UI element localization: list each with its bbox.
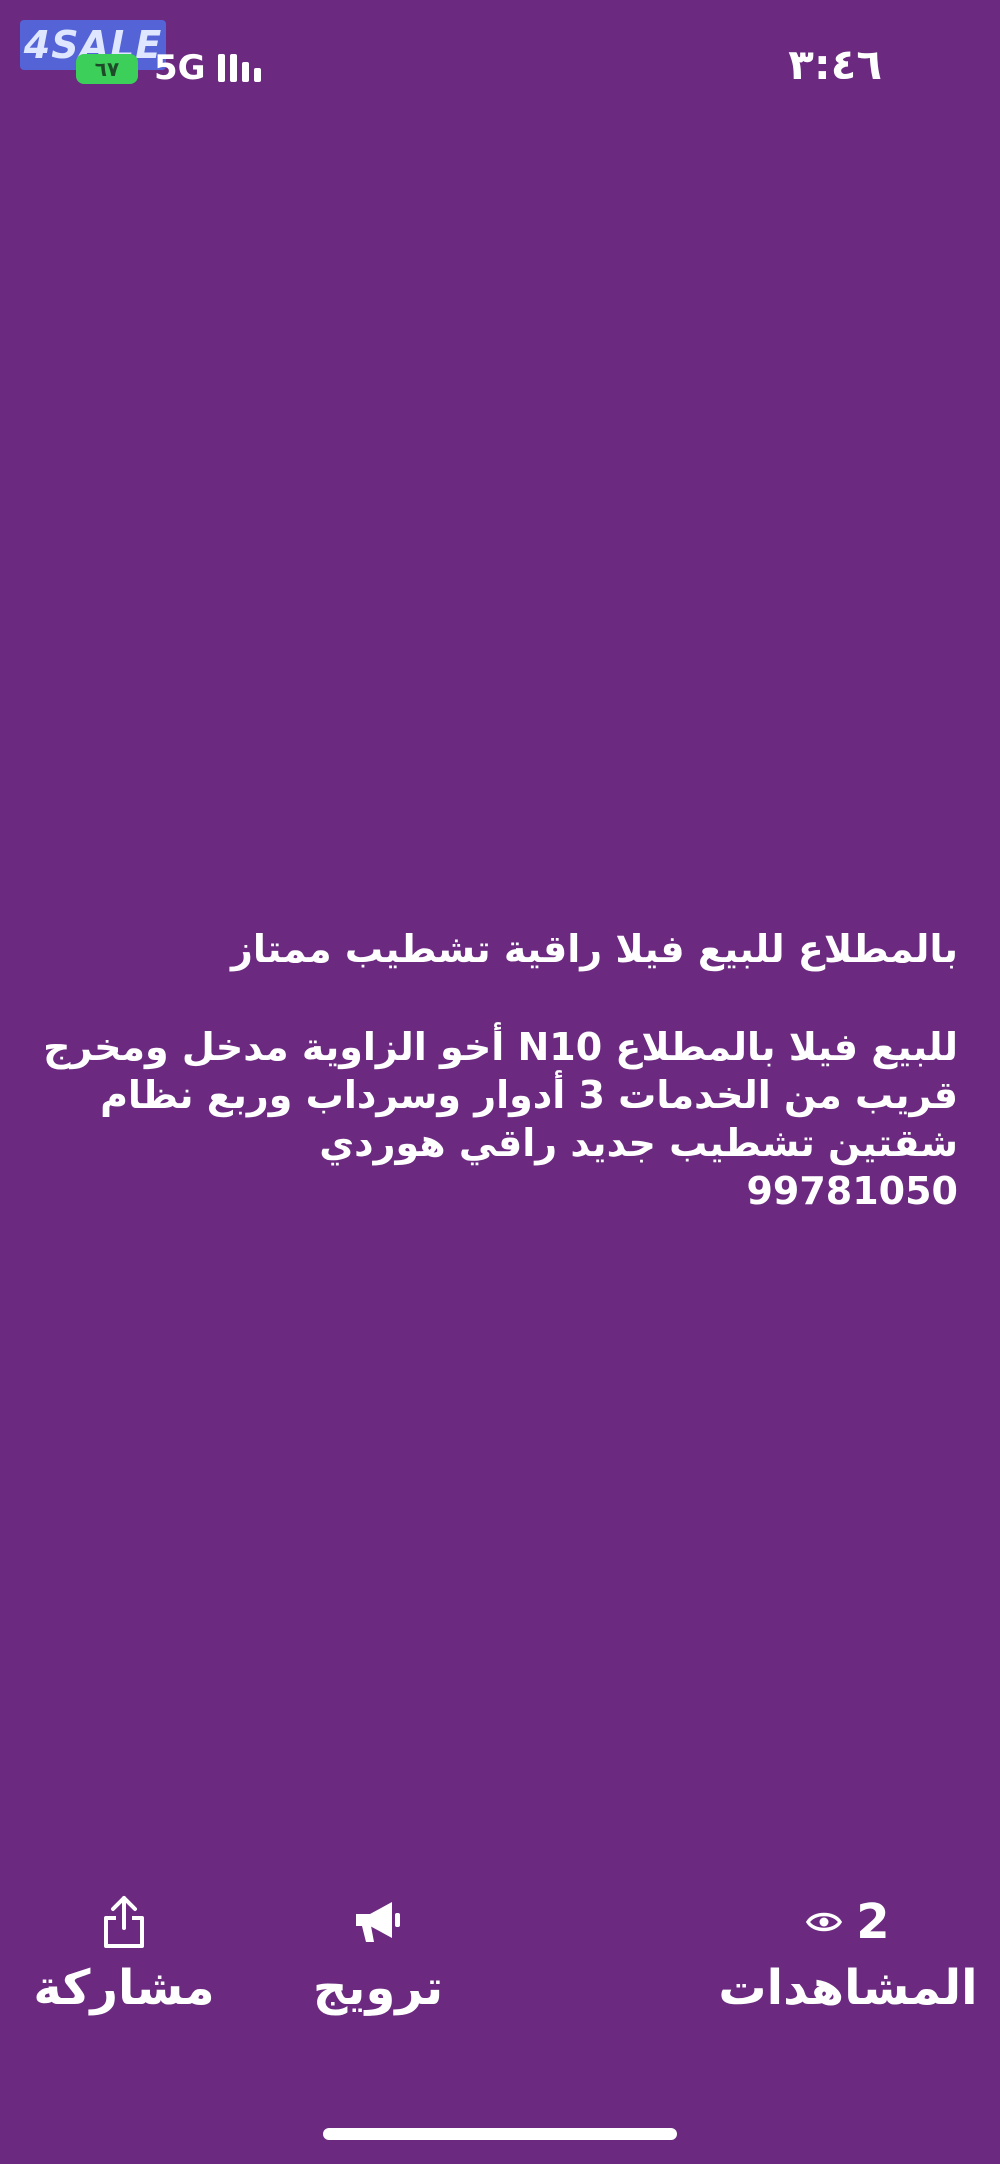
share-icon <box>100 1890 148 1954</box>
promote-label: ترويج <box>312 1960 444 2016</box>
share-button[interactable]: مشاركة <box>33 1890 215 2016</box>
eye-icon <box>806 1890 843 1954</box>
post-description-line: شقتين تشطيب جديد راقي هوردي <box>319 1121 958 1165</box>
post-content: بالمطلاع للبيع فيلا راقية تشطيب ممتاز لل… <box>38 925 958 1215</box>
promote-button[interactable]: ترويج <box>312 1890 444 2016</box>
bottom-action-bar: مشاركة ترويج 2 المشاهدات <box>0 1890 1000 2050</box>
home-indicator[interactable] <box>323 2128 677 2140</box>
views-counter: 2 المشاهدات <box>712 1890 984 2016</box>
views-count: 2 <box>856 1894 890 1950</box>
views-label: المشاهدات <box>718 1960 978 2016</box>
post-description-line: للبيع فيلا بالمطلاع N10 أخو الزاوية مدخل… <box>43 1025 958 1069</box>
post-description-line: قريب من الخدمات 3 أدوار وسرداب وربع نظام <box>100 1073 958 1117</box>
megaphone-icon <box>352 1890 404 1954</box>
signal-strength-icon <box>218 52 261 82</box>
post-phone-number[interactable]: 99781050 <box>38 1167 958 1215</box>
status-bar: 4SALE ٦٧ 5G ٣:٤٦ <box>0 0 1000 130</box>
post-title: بالمطلاع للبيع فيلا راقية تشطيب ممتاز <box>231 927 958 971</box>
share-label: مشاركة <box>33 1960 215 2016</box>
battery-indicator: ٦٧ <box>76 54 138 84</box>
status-time: ٣:٤٦ <box>788 40 882 89</box>
network-type: 5G <box>154 48 206 88</box>
